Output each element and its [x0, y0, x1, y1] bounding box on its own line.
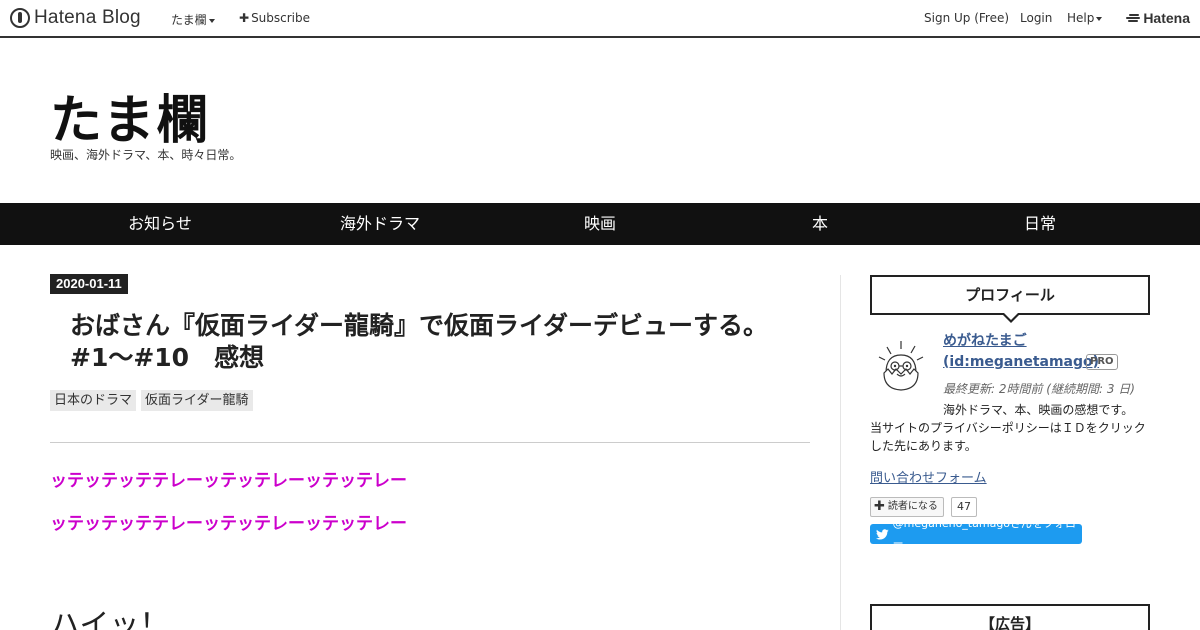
hatena-label: Hatena [1143, 10, 1190, 26]
hatena-logo[interactable]: Hatena [1126, 10, 1190, 26]
login-link[interactable]: Login [1020, 11, 1052, 25]
nav-item-movies[interactable]: 映画 [490, 203, 710, 245]
profile-heading: プロフィール [870, 275, 1150, 323]
signup-link[interactable]: Sign Up (Free) [924, 11, 1009, 25]
entry-date[interactable]: 2020-01-11 [50, 274, 128, 294]
hatena-mark-icon [1126, 13, 1141, 23]
caret-down-icon [1096, 16, 1103, 21]
nav-item-daily[interactable]: 日常 [930, 203, 1150, 245]
profile-user-id[interactable]: (id:meganetamago) [943, 352, 1099, 373]
hatena-blog-logo[interactable]: Hatena Blog [10, 7, 141, 29]
plus-icon: ✚ [874, 499, 885, 514]
subscribe-button[interactable]: ✚ Subscribe [239, 11, 310, 25]
hatena-blog-logo-icon [10, 8, 30, 28]
divider [50, 442, 810, 443]
body-heading: ハイッ！ [50, 608, 170, 630]
brand-name: Hatena Blog [34, 7, 141, 28]
blog-title[interactable]: たま欄 [50, 78, 210, 153]
entry-title[interactable]: おばさん『仮面ライダー龍騎』で仮面ライダーデビューする。#1～#10 感想 [70, 310, 790, 374]
global-header: Hatena Blog たま欄 ✚ Subscribe Sign Up (Free… [0, 0, 1200, 38]
category-tag[interactable]: 日本のドラマ [50, 390, 137, 411]
profile-bio: 海外ドラマ、本、映画の感想です。 [943, 403, 1134, 417]
nav-item-foreign-drama[interactable]: 海外ドラマ [270, 203, 490, 245]
profile-heading-label: プロフィール [965, 286, 1055, 304]
subscribe-label: Subscribe [251, 11, 311, 25]
twitter-bird-icon [876, 528, 889, 540]
profile-username[interactable]: めがねたまご [943, 331, 1027, 352]
category-nav: お知らせ 海外ドラマ 映画 本 日常 [0, 203, 1200, 245]
blog-description: 映画、海外ドラマ、本、時々日常。 [50, 148, 242, 162]
help-label: Help [1067, 11, 1095, 25]
caret-down-icon [208, 18, 215, 23]
avatar[interactable] [870, 333, 932, 395]
body-text-line: ッテッテッテテレーッテッテレーッテッテレー [50, 471, 407, 491]
ad-heading: 【広告】 [870, 604, 1150, 630]
twitter-follow-label: @meganeno_tamagoさんをフォロー [892, 517, 1077, 550]
plus-icon: ✚ [239, 11, 250, 25]
blog-menu-dropdown[interactable]: たま欄 [171, 11, 215, 28]
nav-item-news[interactable]: お知らせ [50, 203, 270, 245]
blog-menu-label: たま欄 [171, 13, 207, 27]
column-divider [840, 275, 841, 630]
contact-form-link[interactable]: 問い合わせフォーム [870, 467, 987, 486]
twitter-follow-button[interactable]: @meganeno_tamagoさんをフォロー [870, 517, 1082, 550]
profile-bio-privacy: 当サイトのプライバシーポリシーはＩＤをクリックした先にあります。 [870, 421, 1146, 453]
nav-item-books[interactable]: 本 [710, 203, 930, 245]
category-tag[interactable]: 仮面ライダー龍騎 [141, 390, 253, 411]
pro-badge[interactable]: PRO [1086, 354, 1118, 370]
help-dropdown[interactable]: Help [1067, 11, 1103, 25]
last-updated: 最終更新: 2時間前 (継続期間: 3 日) [943, 382, 1135, 396]
body-text-line: ッテッテッテテレーッテッテレーッテッテレー [50, 514, 407, 534]
entry-categories: 日本のドラマ 仮面ライダー龍騎 [50, 390, 253, 411]
